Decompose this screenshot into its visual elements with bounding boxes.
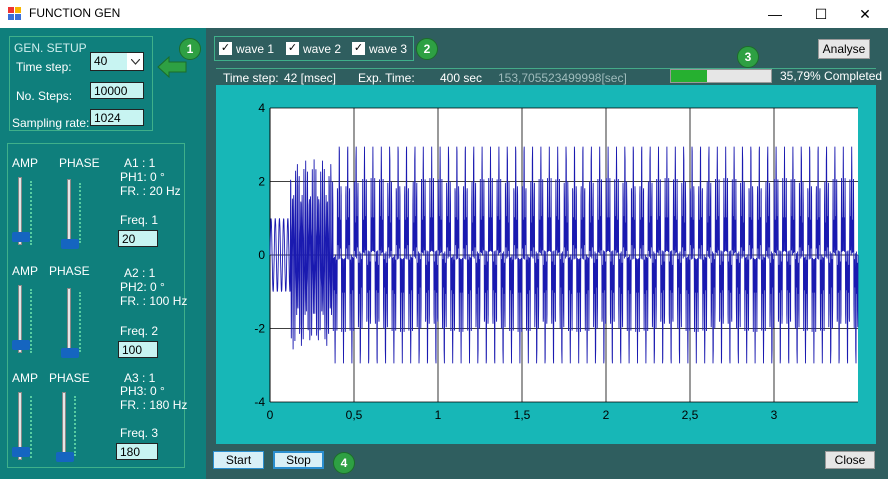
x-tick-label: 0,5	[346, 408, 363, 422]
phase-label-2: PHASE	[49, 264, 90, 278]
y-tick-label: 4	[258, 101, 265, 115]
badge-3: 3	[737, 46, 759, 68]
amp-label-2: AMP	[12, 264, 39, 278]
window-title: FUNCTION GEN	[29, 6, 121, 20]
wave3-label: wave 3	[369, 42, 408, 56]
badge-4: 4	[333, 452, 355, 474]
x-tick-label: 1,5	[514, 408, 531, 422]
amp-slider-thumb-2[interactable]	[12, 340, 30, 350]
freq-label-2: Freq. 2	[120, 324, 159, 338]
freq-text-3: FR. : 180 Hz	[120, 398, 188, 412]
freq-text-1: FR. : 20 Hz	[120, 184, 181, 198]
freq-input-1[interactable]: 20	[118, 230, 158, 247]
time-step-value: 40	[94, 54, 108, 68]
phase-ticks-1	[79, 183, 85, 243]
wave2-checkbox[interactable]: ✓	[286, 42, 299, 55]
phase-slider-thumb-1[interactable]	[61, 239, 79, 249]
amp-ticks-3	[30, 396, 36, 458]
phase-slider-3[interactable]	[62, 392, 66, 460]
phase-text-2: PH2: 0 °	[120, 280, 165, 294]
y-tick-label: -2	[254, 322, 265, 336]
steps-input[interactable]: 10000	[90, 82, 144, 99]
sampling-label: Sampling rate:	[12, 116, 90, 130]
status-exp-time-value: 400 sec	[440, 71, 483, 85]
start-button[interactable]: Start	[213, 451, 264, 469]
status-exp-time-label: Exp. Time:	[358, 71, 415, 85]
phase-label-3: PHASE	[49, 371, 90, 385]
amp-slider-thumb-3[interactable]	[12, 447, 30, 457]
sampling-input[interactable]: 1024	[90, 109, 144, 126]
arrow-left-icon	[157, 56, 187, 78]
x-tick-label: 2	[603, 408, 610, 422]
phase-label-1: PHASE	[59, 156, 100, 170]
status-time-step-value: 42 [msec]	[284, 71, 337, 85]
amp-label-1: AMP	[12, 156, 39, 170]
freq-input-2[interactable]: 100	[118, 341, 158, 358]
close-window-button[interactable]: ✕	[842, 0, 888, 28]
amp-ticks-2	[30, 289, 36, 353]
phase-ticks-3	[74, 396, 80, 456]
freq-text-2: FR. : 100 Hz	[120, 294, 188, 308]
phase-slider-thumb-2[interactable]	[61, 348, 79, 358]
y-tick-label: 0	[258, 248, 265, 262]
status-time-step-label: Time step:	[223, 71, 279, 85]
freq-label-1: Freq. 1	[120, 213, 159, 227]
badge-2: 2	[416, 38, 438, 60]
time-step-label: Time step:	[16, 60, 72, 74]
app-icon	[8, 7, 21, 20]
x-tick-label: 0	[267, 408, 274, 422]
y-tick-label: 2	[258, 175, 265, 189]
amp-text-2: A2 : 1	[124, 266, 156, 280]
stop-button[interactable]: Stop	[273, 451, 324, 469]
phase-text-1: PH1: 0 °	[120, 170, 165, 184]
progress-text: 35,79% Completed	[780, 69, 883, 83]
wave1-label: wave 1	[236, 42, 275, 56]
gen-setup-title: GEN. SETUP	[14, 41, 87, 55]
phase-text-3: PH3: 0 °	[120, 384, 165, 398]
time-step-select[interactable]: 40	[90, 52, 144, 71]
amp-ticks-1	[30, 181, 36, 245]
phase-slider-thumb-3[interactable]	[56, 452, 74, 462]
wave1-checkbox[interactable]: ✓	[219, 42, 232, 55]
y-tick-label: -4	[254, 395, 265, 409]
status-elapsed: 153,705523499998[sec]	[498, 71, 627, 85]
phase-ticks-2	[79, 292, 85, 352]
waveform-chart: 0 0,5 1 1,5 2 2,5 3 4 2 0 -2 -4	[254, 101, 859, 422]
wave2-label: wave 2	[303, 42, 342, 56]
steps-label: No. Steps:	[16, 89, 73, 103]
phase-slider-1[interactable]	[67, 179, 71, 247]
x-tick-label: 1	[435, 408, 442, 422]
progress-bar	[670, 69, 772, 83]
amp-label-3: AMP	[12, 371, 39, 385]
freq-label-3: Freq. 3	[120, 426, 159, 440]
x-tick-label: 3	[771, 408, 778, 422]
wave3-checkbox[interactable]: ✓	[352, 42, 365, 55]
minimize-button[interactable]: —	[752, 0, 798, 28]
x-tick-label: 2,5	[682, 408, 699, 422]
close-button[interactable]: Close	[825, 451, 875, 469]
freq-input-3[interactable]: 180	[116, 443, 158, 460]
maximize-button[interactable]: ☐	[798, 0, 844, 28]
amp-slider-thumb-1[interactable]	[12, 232, 30, 242]
phase-slider-2[interactable]	[67, 288, 71, 356]
amp-text-3: A3 : 1	[124, 371, 156, 385]
progress-fill	[671, 70, 707, 82]
analyse-button[interactable]: Analyse	[818, 39, 870, 59]
amp-text-1: A1 : 1	[124, 156, 156, 170]
chevron-down-icon[interactable]	[127, 53, 143, 70]
